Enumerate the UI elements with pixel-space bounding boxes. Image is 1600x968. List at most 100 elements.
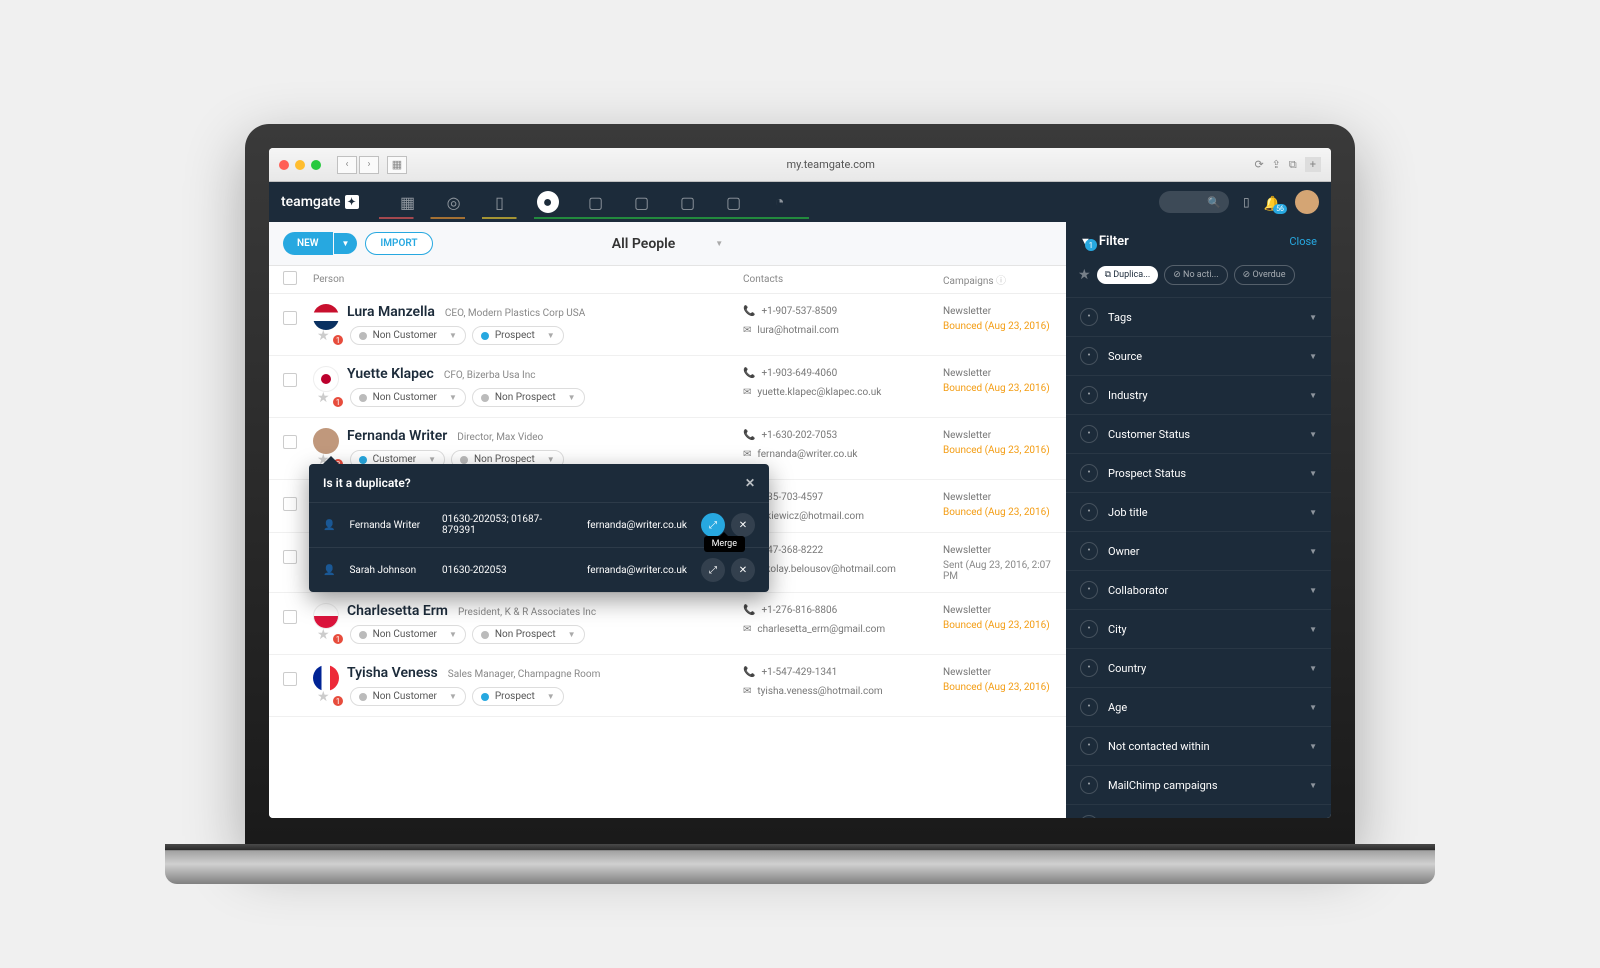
new-dropdown[interactable]: ▼ — [334, 233, 358, 254]
merge-button[interactable]: ⤢ — [701, 558, 725, 582]
screen: ‹ › ▦ my.teamgate.com ⟳ ⇪ ⧉ + teamgate ✦… — [269, 148, 1331, 818]
chart-icon[interactable]: ◔ — [771, 193, 789, 211]
filter-section[interactable]: •Prospect Status▼ — [1066, 453, 1331, 492]
reload-icon[interactable]: ⟳ — [1254, 158, 1263, 171]
filter-section[interactable]: •Owner▼ — [1066, 531, 1331, 570]
table-row[interactable]: 1 Yuette Klapec CFO, Bizerba Usa Inc ★ N… — [269, 356, 1066, 418]
filter-section[interactable]: •Industry▼ — [1066, 375, 1331, 414]
filter-section[interactable]: •Customer Status▼ — [1066, 414, 1331, 453]
table-row[interactable]: 1 Tyisha Veness Sales Manager, Champagne… — [269, 655, 1066, 717]
main-nav: ▦ ◎ ▯ ● ▢ ▢ ▢ ▢ ◔ — [399, 191, 789, 213]
filter-chip[interactable]: ⧉ Duplica... — [1097, 266, 1159, 284]
row-checkbox[interactable] — [283, 497, 297, 511]
filter-section[interactable]: •Country▼ — [1066, 648, 1331, 687]
user-avatar[interactable] — [1295, 190, 1319, 214]
url-bar[interactable]: my.teamgate.com — [415, 158, 1246, 171]
campaign-status: Bounced (Aug 23, 2016) — [943, 507, 1052, 518]
person-name[interactable]: Tyisha Veness — [347, 665, 438, 681]
phone-value: +1-276-816-8806 — [761, 605, 837, 616]
filter-section[interactable]: •Job title▼ — [1066, 492, 1331, 531]
chevron-down-icon: ▼ — [1309, 625, 1317, 634]
page-title-dropdown[interactable]: All People ▼ — [612, 236, 723, 252]
col-person[interactable]: Person — [313, 274, 743, 285]
dismiss-button[interactable]: ✕ — [731, 558, 755, 582]
row-checkbox[interactable] — [283, 373, 297, 387]
filter-item-icon: • — [1080, 659, 1098, 677]
star-filter-icon[interactable]: ★ — [1078, 267, 1091, 283]
filter-item-label: MailChimp campaigns statuses — [1108, 818, 1299, 819]
filter-item-icon: • — [1080, 503, 1098, 521]
chevron-down-icon: ▼ — [1309, 469, 1317, 478]
chevron-down-icon: ▼ — [1309, 430, 1317, 439]
person-name[interactable]: Yuette Klapec — [347, 366, 434, 382]
row-checkbox[interactable] — [283, 672, 297, 686]
calendar-icon[interactable]: ▢ — [633, 193, 651, 211]
campaign-name: Newsletter — [943, 368, 1052, 379]
prospect-status-pill[interactable]: Prospect▼ — [472, 326, 564, 345]
filter-section[interactable]: •Source▼ — [1066, 336, 1331, 375]
col-campaigns[interactable]: Campaigns ⓘ — [943, 272, 1052, 287]
popover-close-icon[interactable]: ✕ — [745, 476, 755, 490]
filter-chip[interactable]: ⊘ No acti... — [1164, 265, 1227, 285]
filter-section[interactable]: •Collaborator▼ — [1066, 570, 1331, 609]
new-tab-button[interactable]: + — [1305, 157, 1321, 172]
person-name[interactable]: Lura Manzella — [347, 304, 435, 320]
import-button[interactable]: IMPORT — [365, 232, 432, 255]
prospect-status-pill[interactable]: Prospect▼ — [472, 687, 564, 706]
person-title: CEO, Modern Plastics Corp USA — [445, 308, 585, 319]
campaign-status: Bounced (Aug 23, 2016) — [943, 383, 1052, 394]
email-icon: ✉ — [743, 325, 751, 336]
people-icon[interactable]: ● — [537, 191, 559, 213]
email-value: yuette.klapec@klapec.co.uk — [757, 387, 881, 398]
minimize-window-icon[interactable] — [295, 160, 305, 170]
customer-status-pill[interactable]: Non Customer▼ — [350, 388, 466, 407]
logo[interactable]: teamgate ✦ — [281, 194, 359, 210]
maximize-window-icon[interactable] — [311, 160, 321, 170]
customer-status-pill[interactable]: Non Customer▼ — [350, 326, 466, 345]
back-button[interactable]: ‹ — [337, 156, 357, 174]
row-checkbox[interactable] — [283, 550, 297, 564]
filter-item-icon: • — [1080, 386, 1098, 404]
tabs-icon[interactable]: ⧉ — [1289, 158, 1297, 172]
phone-icon: 📞 — [743, 605, 755, 616]
customer-status-pill[interactable]: Non Customer▼ — [350, 687, 466, 706]
book-icon[interactable]: ▯ — [491, 193, 509, 211]
customer-status-pill[interactable]: Non Customer▼ — [350, 625, 466, 644]
row-checkbox[interactable] — [283, 311, 297, 325]
forward-button[interactable]: › — [359, 156, 379, 174]
row-checkbox[interactable] — [283, 610, 297, 624]
filter-title: Filter — [1099, 234, 1281, 249]
col-contacts[interactable]: Contacts — [743, 274, 943, 285]
avatar-icon — [313, 603, 339, 629]
notifications[interactable]: 🔔 56 — [1264, 193, 1281, 212]
filter-chip[interactable]: ⊘ Overdue — [1234, 265, 1295, 285]
filter-section[interactable]: •Age▼ — [1066, 687, 1331, 726]
share-icon[interactable]: ⇪ — [1272, 158, 1281, 171]
phone-icon: 📞 — [743, 368, 755, 379]
filter-section[interactable]: •MailChimp campaigns statuses▼ — [1066, 804, 1331, 818]
person-name[interactable]: Fernanda Writer — [347, 428, 447, 444]
prospect-status-pill[interactable]: Non Prospect▼ — [472, 625, 585, 644]
new-button[interactable]: NEW — [283, 232, 333, 255]
dismiss-button[interactable]: ✕ — [731, 513, 755, 537]
person-name[interactable]: Charlesetta Erm — [347, 603, 448, 619]
target-icon[interactable]: ◎ — [445, 193, 463, 211]
row-checkbox[interactable] — [283, 435, 297, 449]
table-row[interactable]: 1 Charlesetta Erm President, K & R Assoc… — [269, 593, 1066, 655]
select-all-checkbox[interactable] — [283, 271, 297, 285]
archive-icon[interactable]: ▢ — [679, 193, 697, 211]
filter-section[interactable]: •Not contacted within▼ — [1066, 726, 1331, 765]
phone-icon[interactable]: ▯ — [1243, 195, 1250, 209]
clipboard-icon[interactable]: ▢ — [725, 193, 743, 211]
tab-overview-icon[interactable]: ▦ — [387, 156, 407, 174]
table-row[interactable]: 1 Lura Manzella CEO, Modern Plastics Cor… — [269, 294, 1066, 356]
dashboard-icon[interactable]: ▦ — [399, 193, 417, 211]
filter-section[interactable]: •Tags▼ — [1066, 297, 1331, 336]
close-window-icon[interactable] — [279, 160, 289, 170]
search-input[interactable]: 🔍 — [1159, 191, 1229, 213]
filter-close-link[interactable]: Close — [1289, 235, 1317, 248]
briefcase-icon[interactable]: ▢ — [587, 193, 605, 211]
prospect-status-pill[interactable]: Non Prospect▼ — [472, 388, 585, 407]
filter-section[interactable]: •MailChimp campaigns▼ — [1066, 765, 1331, 804]
filter-section[interactable]: •City▼ — [1066, 609, 1331, 648]
